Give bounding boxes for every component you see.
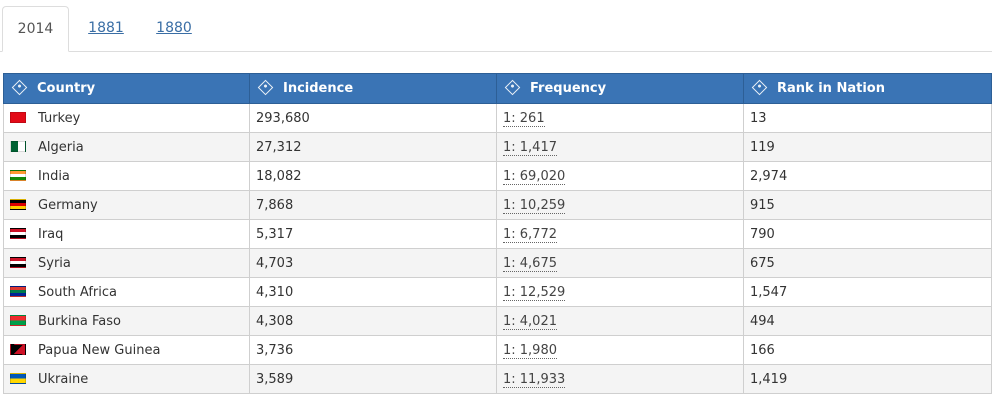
table-row: India 18,082 1: 69,020 2,974 (3, 161, 992, 191)
column-header-country[interactable]: Country (3, 73, 250, 104)
frequency-value[interactable]: 1: 4,021 (503, 313, 557, 330)
cell-frequency: 1: 1,980 (496, 335, 744, 365)
turkey-flag-icon (10, 111, 26, 123)
cell-rank: 2,974 (743, 161, 992, 191)
cell-country: Germany (3, 190, 250, 220)
column-header-label: Frequency (530, 81, 607, 96)
tab-1880[interactable]: 1880 (151, 6, 197, 51)
cell-frequency: 1: 10,259 (496, 190, 744, 220)
cell-rank: 1,547 (743, 277, 992, 307)
country-name: Syria (38, 255, 71, 271)
cell-incidence: 3,589 (249, 364, 497, 394)
table-row: Algeria 27,312 1: 1,417 119 (3, 132, 992, 162)
table-body: Turkey 293,680 1: 261 13 Algeria 27,312 1: 1,4… (3, 103, 992, 394)
cell-frequency: 1: 11,933 (496, 364, 744, 394)
frequency-value[interactable]: 1: 11,933 (503, 371, 566, 388)
surname-distribution-table: Country Incidence Frequency Rank in Nati… (3, 73, 992, 394)
cell-incidence: 4,310 (249, 277, 497, 307)
column-header-rank[interactable]: Rank in Nation (743, 73, 992, 104)
cell-country: South Africa (3, 277, 250, 307)
column-header-frequency[interactable]: Frequency (496, 73, 744, 104)
table-row: South Africa 4,310 1: 12,529 1,547 (3, 277, 992, 307)
cell-rank: 494 (743, 306, 992, 336)
country-name: South Africa (38, 284, 117, 300)
cell-frequency: 1: 69,020 (496, 161, 744, 191)
table-row: Syria 4,703 1: 4,675 675 (3, 248, 992, 278)
cell-rank: 915 (743, 190, 992, 220)
cell-country: Syria (3, 248, 250, 278)
frequency-value[interactable]: 1: 69,020 (503, 168, 566, 185)
cell-incidence: 3,736 (249, 335, 497, 365)
cell-rank: 1,419 (743, 364, 992, 394)
iraq-flag-icon (10, 227, 26, 239)
cell-frequency: 1: 4,021 (496, 306, 744, 336)
germany-flag-icon (10, 198, 26, 210)
table-row: Turkey 293,680 1: 261 13 (3, 103, 992, 133)
country-name: Iraq (38, 226, 64, 242)
cell-rank: 13 (743, 103, 992, 133)
table-row: Papua New Guinea 3,736 1: 1,980 166 (3, 335, 992, 365)
cell-country: Algeria (3, 132, 250, 162)
tab-2014[interactable]: 2014 (2, 6, 69, 52)
country-name: Turkey (38, 110, 81, 126)
cell-country: Burkina Faso (3, 306, 250, 336)
column-header-label: Country (37, 81, 96, 96)
column-header-incidence[interactable]: Incidence (249, 73, 497, 104)
country-name: Ukraine (38, 371, 89, 387)
cell-rank: 790 (743, 219, 992, 249)
cell-country: Ukraine (3, 364, 250, 394)
sort-icon[interactable] (751, 79, 768, 96)
country-name: Algeria (38, 139, 84, 155)
cell-country: India (3, 161, 250, 191)
frequency-value[interactable]: 1: 1,417 (503, 139, 557, 156)
cell-frequency: 1: 261 (496, 103, 744, 133)
sort-icon[interactable] (11, 79, 28, 96)
sort-icon[interactable] (504, 79, 521, 96)
south-africa-flag-icon (10, 285, 26, 297)
cell-rank: 166 (743, 335, 992, 365)
table-row: Ukraine 3,589 1: 11,933 1,419 (3, 364, 992, 394)
burkina-faso-flag-icon (10, 314, 26, 326)
column-header-label: Incidence (283, 81, 354, 96)
tab-1881[interactable]: 1881 (83, 6, 129, 51)
table-header-row: Country Incidence Frequency Rank in Nati… (3, 73, 992, 104)
frequency-value[interactable]: 1: 4,675 (503, 255, 557, 272)
cell-country: Papua New Guinea (3, 335, 250, 365)
frequency-value[interactable]: 1: 6,772 (503, 226, 557, 243)
table-row: Iraq 5,317 1: 6,772 790 (3, 219, 992, 249)
cell-frequency: 1: 1,417 (496, 132, 744, 162)
papua-new-guinea-flag-icon (10, 343, 26, 355)
year-tabs: 2014 1881 1880 (0, 6, 992, 52)
cell-country: Iraq (3, 219, 250, 249)
sort-icon[interactable] (257, 79, 274, 96)
syria-flag-icon (10, 256, 26, 268)
cell-incidence: 4,703 (249, 248, 497, 278)
country-name: India (38, 168, 70, 184)
cell-rank: 675 (743, 248, 992, 278)
frequency-value[interactable]: 1: 1,980 (503, 342, 557, 359)
table-row: Germany 7,868 1: 10,259 915 (3, 190, 992, 220)
cell-country: Turkey (3, 103, 250, 133)
cell-incidence: 27,312 (249, 132, 497, 162)
cell-incidence: 5,317 (249, 219, 497, 249)
cell-incidence: 4,308 (249, 306, 497, 336)
country-name: Germany (38, 197, 98, 213)
frequency-value[interactable]: 1: 261 (503, 110, 545, 127)
algeria-flag-icon (10, 140, 26, 152)
frequency-value[interactable]: 1: 10,259 (503, 197, 566, 214)
india-flag-icon (10, 169, 26, 181)
cell-incidence: 293,680 (249, 103, 497, 133)
frequency-value[interactable]: 1: 12,529 (503, 284, 566, 301)
country-name: Burkina Faso (38, 313, 121, 329)
cell-incidence: 7,868 (249, 190, 497, 220)
cell-frequency: 1: 12,529 (496, 277, 744, 307)
cell-frequency: 1: 4,675 (496, 248, 744, 278)
ukraine-flag-icon (10, 372, 26, 384)
column-header-label: Rank in Nation (777, 81, 885, 96)
cell-incidence: 18,082 (249, 161, 497, 191)
cell-frequency: 1: 6,772 (496, 219, 744, 249)
cell-rank: 119 (743, 132, 992, 162)
table-row: Burkina Faso 4,308 1: 4,021 494 (3, 306, 992, 336)
country-name: Papua New Guinea (38, 342, 161, 358)
